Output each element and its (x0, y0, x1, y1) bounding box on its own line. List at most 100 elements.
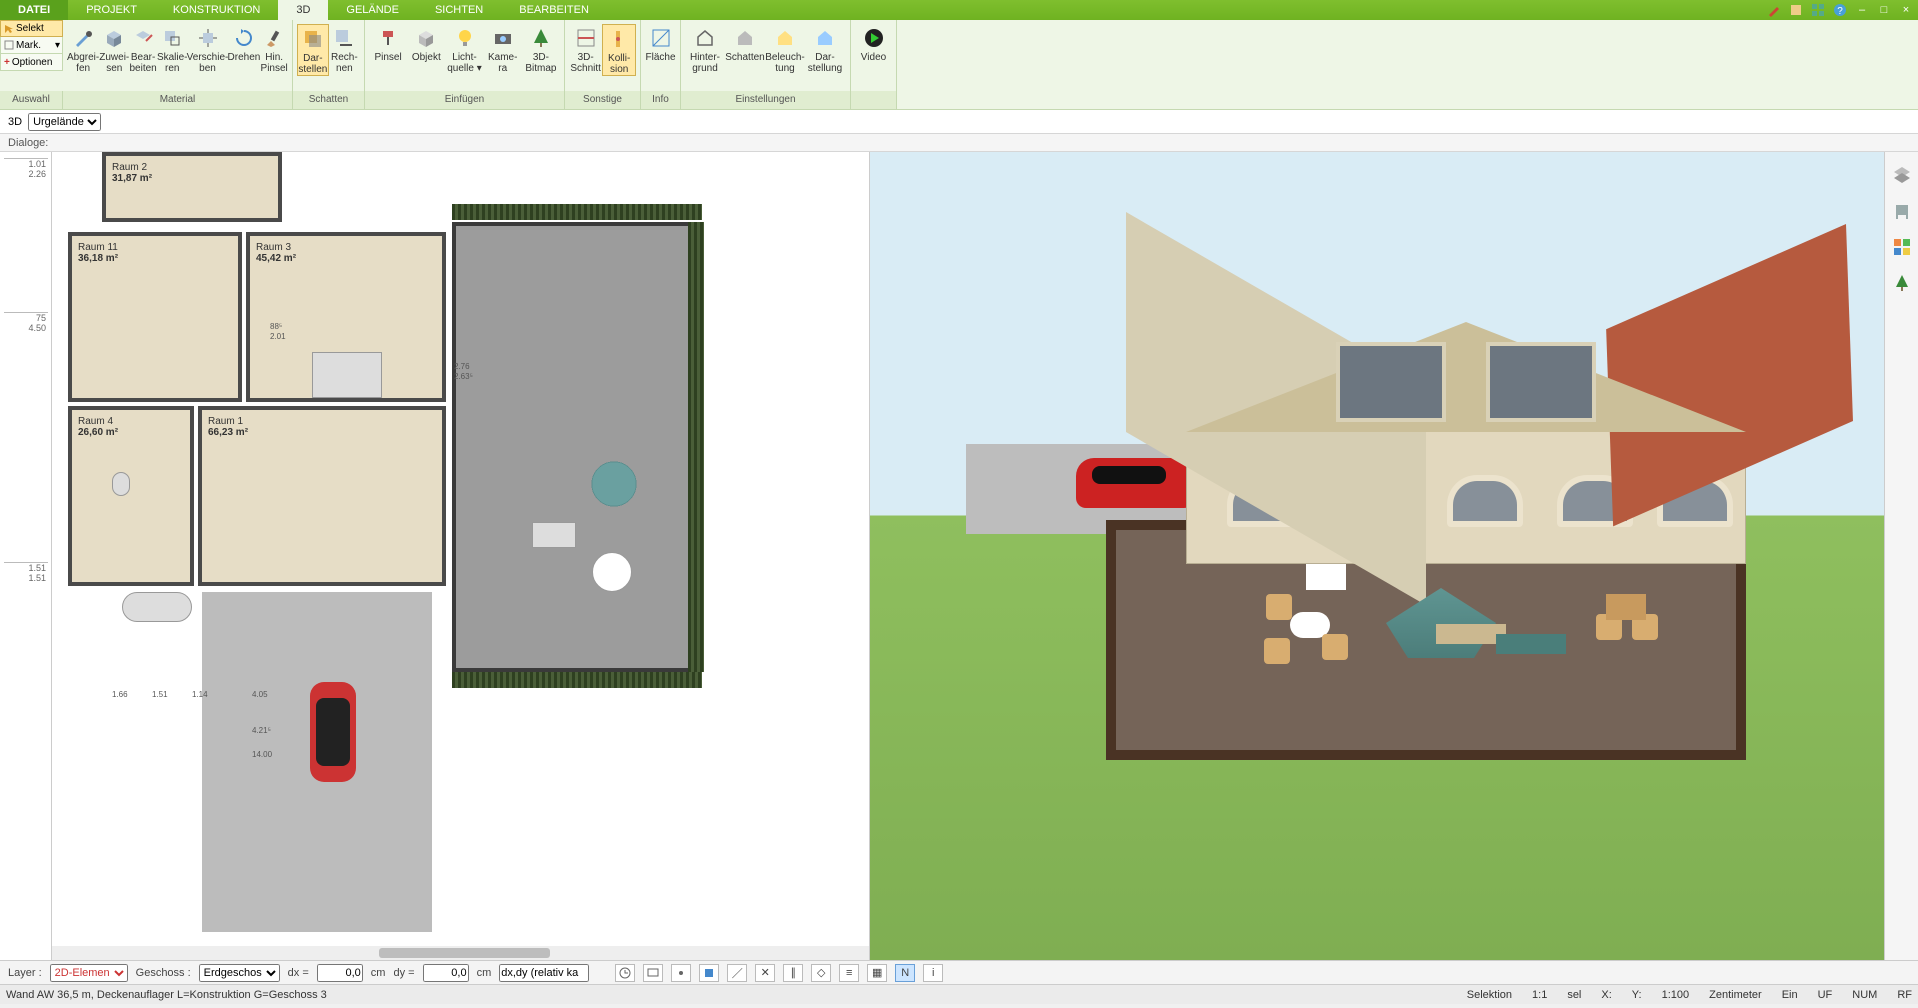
status-x: X: (1601, 989, 1611, 1001)
pen-icon[interactable] (1766, 2, 1782, 18)
ribbon-button-label: 3D- Schnitt (570, 52, 601, 74)
subtool-prefix: 3D (8, 116, 22, 128)
view-2d[interactable]: 1.012.26754.501.511.51 Raum 2 31,87 m²Ra… (0, 152, 870, 960)
menu-file[interactable]: DATEI (0, 0, 68, 20)
ribbon-button-label: Video (861, 52, 886, 63)
ribbon-area-button[interactable]: Fläche (645, 24, 676, 63)
dialoge-bar: Dialoge: (0, 134, 1918, 152)
ribbon-object-button[interactable]: Objekt (407, 24, 445, 63)
options-tool[interactable]: +Optionen (0, 54, 63, 71)
ribbon-eyedropper-button[interactable]: Abgrei- fen (67, 24, 99, 74)
ribbon-cube-edit-button[interactable]: Bear- beiten (129, 24, 157, 74)
ribbon-tree-button[interactable]: 3D- Bitmap (522, 24, 560, 74)
status-uf: UF (1818, 989, 1833, 1001)
scrollbar-2d-horizontal[interactable] (52, 946, 869, 960)
layer-select[interactable]: 2D-Elemen (50, 964, 128, 982)
select-tool[interactable]: Selekt (0, 20, 63, 37)
ruler-tick: 754.50 (4, 312, 48, 333)
room[interactable]: Raum 11 36,18 m² (68, 232, 242, 402)
status-ratio: 1:1 (1532, 989, 1547, 1001)
ribbon-shadow-show-button[interactable]: Dar- stellen (297, 24, 329, 76)
ribbon-cube-move-button[interactable]: Verschie- ben (188, 24, 228, 74)
layers-icon[interactable] (1891, 164, 1913, 186)
ribbon-button-label: Schatten (725, 52, 764, 63)
toilet-2d (112, 472, 130, 496)
ribbon-section-button[interactable]: 3D- Schnitt (569, 24, 602, 74)
ribbon-button-label: Hin. Pinsel (261, 52, 288, 74)
snap-box-icon[interactable] (699, 964, 719, 982)
ribbon-house-render-button[interactable]: Dar- stellung (805, 24, 845, 74)
ribbon-cube-scale-button[interactable]: Skalie- ren (157, 24, 188, 74)
menu-konstruktion[interactable]: KONSTRUKTION (155, 0, 278, 20)
ribbon-house-shadow-button[interactable]: Schatten (725, 24, 765, 63)
snap-face-icon[interactable]: ◇ (811, 964, 831, 982)
info-toggle[interactable]: i (923, 964, 943, 982)
ribbon-collision-button[interactable]: Kolli- sion (602, 24, 636, 76)
snap-x-icon[interactable]: ✕ (755, 964, 775, 982)
ribbon-button-label: Abgrei- fen (67, 52, 99, 74)
room-label: Raum 3 45,42 m² (256, 242, 296, 264)
workspace: 1.012.26754.501.511.51 Raum 2 31,87 m²Ra… (0, 152, 1918, 960)
tree-icon[interactable] (1891, 272, 1913, 294)
menu-projekt[interactable]: PROJEKT (68, 0, 155, 20)
status-bar: Wand AW 36,5 m, Deckenauflager L=Konstru… (0, 984, 1918, 1004)
ribbon-rotate-button[interactable]: Drehen (228, 24, 261, 63)
dim-b5: 4.21⁵ (252, 726, 271, 735)
rel-input[interactable] (499, 964, 589, 982)
snap-point-icon[interactable] (671, 964, 691, 982)
clock-icon[interactable] (615, 964, 635, 982)
dx-label: dx = (288, 967, 309, 979)
snap-parallel-icon[interactable]: ∥ (783, 964, 803, 982)
floor-select[interactable]: Erdgeschos (199, 964, 280, 982)
help-icon[interactable]: ? (1832, 2, 1848, 18)
ribbon-shadow-calc-button[interactable]: Rech- nen (329, 24, 360, 74)
cube-edit-icon (131, 26, 155, 50)
snap-line-icon[interactable]: ／ (727, 964, 747, 982)
ribbon-paint-button[interactable]: Pinsel (369, 24, 407, 63)
window-close[interactable]: × (1898, 3, 1914, 17)
status-num: NUM (1852, 989, 1877, 1001)
menu-sichten[interactable]: SICHTEN (417, 0, 501, 20)
note-icon[interactable] (1788, 2, 1804, 18)
ribbon-camera-button[interactable]: Kame- ra (484, 24, 522, 74)
paint-icon (376, 26, 400, 50)
object-icon (414, 26, 438, 50)
menu-3d[interactable]: 3D (278, 0, 328, 20)
status-unit: Zentimeter (1709, 989, 1762, 1001)
ribbon-button-label: Dar- stellung (808, 52, 842, 74)
north-toggle[interactable]: N (895, 964, 915, 982)
room[interactable]: Raum 4 26,60 m² (68, 406, 194, 586)
window-maximize[interactable]: □ (1876, 3, 1892, 17)
chair-3d (1264, 638, 1290, 664)
dx-input[interactable] (317, 964, 363, 982)
ribbon-bulb-button[interactable]: Licht- quelle ▾ (445, 24, 483, 74)
grid-toggle-icon[interactable]: ▦ (867, 964, 887, 982)
palette-icon[interactable] (1891, 236, 1913, 258)
svg-text:?: ? (1837, 6, 1843, 17)
bulb-icon (453, 26, 477, 50)
dy-input[interactable] (423, 964, 469, 982)
ribbon-house-light-button[interactable]: Beleuch- tung (765, 24, 805, 74)
terrain-layer-select[interactable]: Urgelände (28, 113, 101, 131)
room[interactable]: Raum 1 66,23 m² (198, 406, 446, 586)
ribbon-play-button[interactable]: Video (855, 24, 892, 63)
side-panel (1884, 152, 1918, 960)
shadow-show-icon (301, 27, 325, 51)
view-3d[interactable] (870, 152, 1884, 960)
grid-icon[interactable] (1810, 2, 1826, 18)
menu-gelaende[interactable]: GELÄNDE (328, 0, 417, 20)
mark-tool[interactable]: Mark.▾ (0, 37, 63, 54)
house-bg-icon (693, 26, 717, 50)
lounger-3d (1496, 634, 1566, 654)
snap-end-icon[interactable]: ≡ (839, 964, 859, 982)
monitor-icon[interactable] (643, 964, 663, 982)
chair-icon[interactable] (1891, 200, 1913, 222)
menu-bearbeiten[interactable]: BEARBEITEN (501, 0, 607, 20)
dy-unit: cm (477, 967, 492, 979)
floorplan-canvas[interactable]: Raum 2 31,87 m² Raum 11 36,18 m² Raum 3 45… (52, 152, 869, 946)
room[interactable]: Raum 2 31,87 m² (102, 152, 282, 222)
ribbon-brush-button[interactable]: Hin. Pinsel (260, 24, 288, 74)
ribbon-house-bg-button[interactable]: Hinter- grund (685, 24, 725, 74)
ribbon-cube-down-button[interactable]: Zuwei- sen (99, 24, 129, 74)
window-minimize[interactable]: – (1854, 3, 1870, 17)
